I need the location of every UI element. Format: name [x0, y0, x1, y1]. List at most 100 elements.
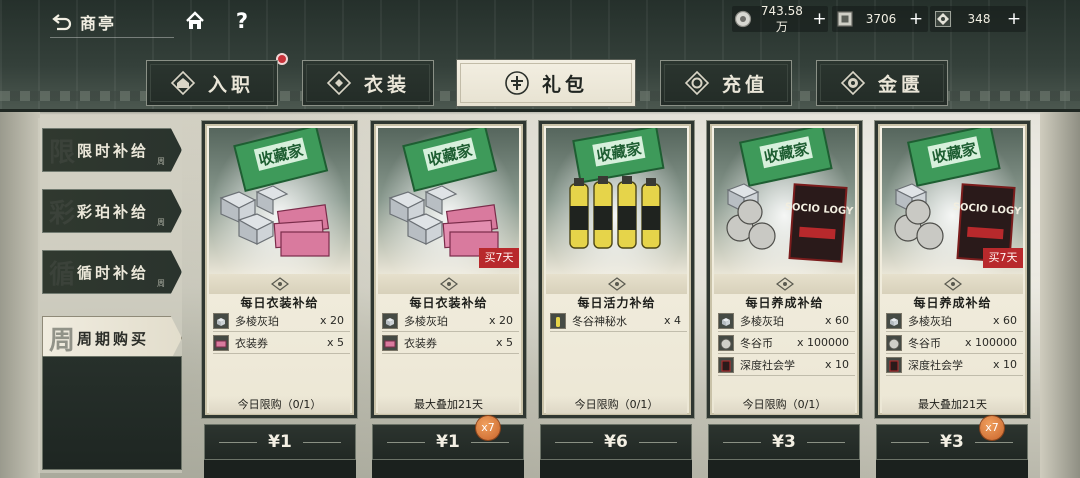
- gray-amber-icon: [886, 312, 902, 329]
- item-quantity: x 10: [992, 358, 1017, 371]
- item-name: 冬谷币: [908, 336, 941, 350]
- price-button[interactable]: ¥3: [708, 424, 860, 460]
- price-base: [876, 460, 1028, 478]
- back-arrow-icon: [50, 11, 74, 33]
- category-tabs: 入职 衣装 礼包 充值 金匮: [146, 59, 958, 108]
- item-quantity: x 5: [326, 336, 344, 349]
- price-label: ¥1: [268, 432, 292, 452]
- card-title: 每日养成补给: [913, 296, 992, 310]
- price-label: ¥1: [436, 432, 460, 452]
- list-item: 冬谷神秘水 x 4: [550, 310, 687, 332]
- item-name: 多棱灰珀: [235, 314, 279, 328]
- tab-recharge-label: 充值: [721, 73, 768, 96]
- price-base: [372, 460, 524, 478]
- item-quantity: x 4: [663, 314, 681, 327]
- sidebar-item-watermark-char: 彩: [49, 198, 76, 229]
- gift-emblem-icon: [504, 70, 530, 96]
- sidebar-item-hint: 周: [157, 279, 165, 288]
- currency-amber-value: 3706: [865, 12, 897, 26]
- item-name: 衣装券: [404, 336, 437, 350]
- price-button[interactable]: ¥3: [876, 424, 1028, 460]
- item-name: 冬谷币: [740, 336, 773, 350]
- list-item: 冬谷币 x 100000: [886, 332, 1023, 354]
- background-pillar-left: [0, 112, 40, 478]
- card-band: [378, 274, 519, 294]
- card-title: 每日衣装补给: [240, 296, 319, 310]
- winter-coin-icon: [718, 334, 734, 351]
- winter-coin-icon: [886, 334, 902, 351]
- sidebar-item-label: 循时补给: [77, 263, 150, 282]
- help-button[interactable]: ?: [231, 8, 253, 34]
- sidebar-item-limited-supply[interactable]: 限 限时补给 周: [42, 128, 182, 172]
- item-quantity: x 60: [824, 314, 849, 327]
- price-label: ¥3: [940, 432, 964, 452]
- price-button[interactable]: ¥1: [372, 424, 524, 460]
- card-band: [882, 274, 1023, 294]
- gray-amber-icon: [718, 312, 734, 329]
- tab-recharge[interactable]: 充值: [660, 60, 792, 106]
- price-label: ¥6: [604, 432, 628, 452]
- card-art: 收藏家: [209, 128, 350, 274]
- item-name: 多棱灰珀: [404, 314, 448, 328]
- gift-card-daily-growth[interactable]: 收藏家 SOCIO LOGY 每日养成补给 多棱灰珀 x 60 冬谷币 x 10…: [707, 121, 862, 418]
- buy-7-days-badge: 买7天: [983, 248, 1023, 268]
- card-stack-limit: 最大叠加21天: [882, 396, 1023, 414]
- tab-outfits-label: 衣装: [363, 73, 410, 96]
- item-quantity: x 20: [319, 314, 344, 327]
- item-name: 衣装券: [235, 336, 268, 350]
- back-button[interactable]: 商亭: [50, 6, 174, 38]
- stack-count-badge: x7: [476, 416, 500, 440]
- sidebar-item-color-amber-supply[interactable]: 彩 彩珀补给 周: [42, 189, 182, 233]
- sidebar-item-label: 周期购买: [77, 329, 150, 348]
- item-name: 多棱灰珀: [740, 314, 784, 328]
- item-quantity: x 5: [495, 336, 513, 349]
- sidebar-item-label: 彩珀补给: [77, 202, 150, 221]
- page-title: 商亭: [80, 13, 117, 33]
- gift-card-daily-outfit[interactable]: 收藏家 每日衣装补给 多棱灰珀 x 20 衣装券 x 5 今日限购（0/1）: [202, 121, 357, 418]
- currency-silver-add-button[interactable]: +: [811, 9, 828, 29]
- currency-silver-value: 743.58万: [760, 3, 803, 34]
- sidebar-item-watermark-char: 限: [49, 137, 76, 168]
- item-quantity: x 60: [992, 314, 1017, 327]
- list-item: 多棱灰珀 x 60: [718, 310, 855, 332]
- tab-treasury[interactable]: 金匮: [816, 60, 948, 106]
- background-pillar-right: [1040, 112, 1080, 478]
- currency-gem-add-button[interactable]: +: [1004, 9, 1024, 29]
- tab-outfits[interactable]: 衣装: [302, 60, 434, 106]
- card-band: [714, 274, 855, 294]
- band-emblem-icon: [607, 277, 626, 291]
- item-quantity: x 20: [488, 314, 513, 327]
- tab-onboarding[interactable]: 入职: [146, 60, 278, 106]
- sociology-book-icon: [718, 356, 734, 373]
- diamond-emblem-icon: [326, 70, 352, 96]
- tab-gift-packs[interactable]: 礼包: [456, 59, 636, 107]
- currency-amber-add-button[interactable]: +: [906, 9, 926, 29]
- list-item: 冬谷币 x 100000: [718, 332, 855, 354]
- tab-gift-packs-label: 礼包: [541, 73, 588, 96]
- band-emblem-icon: [439, 277, 458, 291]
- band-emblem-icon: [270, 277, 289, 291]
- gift-card-daily-vitality[interactable]: 收藏家 每日活力补给 冬谷神秘水 x 4 今日限购（0/1）: [539, 121, 694, 418]
- gift-card-daily-outfit-7days[interactable]: 收藏家 买7天 每日衣装补给 多棱灰珀 x 20 衣装券 x 5 最大叠加21天: [371, 121, 526, 418]
- card-item-list: 多棱灰珀 x 60 冬谷币 x 100000 深度社会学 x 10: [886, 310, 1023, 376]
- price-button[interactable]: ¥6: [540, 424, 692, 460]
- house-emblem-icon: [170, 70, 196, 96]
- amber-token-icon: [834, 8, 856, 30]
- side-menu-panel: [42, 356, 182, 470]
- card-item-list: 冬谷神秘水 x 4: [550, 310, 687, 332]
- top-bar: 商亭 ? 743.58万 + 3706 + 348 +: [0, 0, 1080, 44]
- gift-card-daily-growth-7days[interactable]: 收藏家 SOCIO LOGY 买7天 每日养成补给 多棱灰珀 x 60 冬谷币 …: [875, 121, 1030, 418]
- home-icon[interactable]: [184, 10, 206, 32]
- stack-count-badge: x7: [980, 416, 1004, 440]
- sidebar-item-hint: 周: [157, 157, 165, 166]
- price-button[interactable]: ¥1: [204, 424, 356, 460]
- sidebar-item-cycle-supply[interactable]: 循 循时补给 周: [42, 250, 182, 294]
- list-item: 多棱灰珀 x 60: [886, 310, 1023, 332]
- price-base: [204, 460, 356, 478]
- card-art: 收藏家 SOCIO LOGY: [714, 128, 855, 274]
- card-band: [209, 274, 350, 294]
- currency-gem-value: 348: [967, 12, 991, 26]
- buy-7-days-badge: 买7天: [479, 248, 519, 268]
- sidebar-item-periodic-purchase[interactable]: 周 周期购买: [42, 316, 182, 360]
- list-item: 衣装券 x 5: [213, 332, 350, 354]
